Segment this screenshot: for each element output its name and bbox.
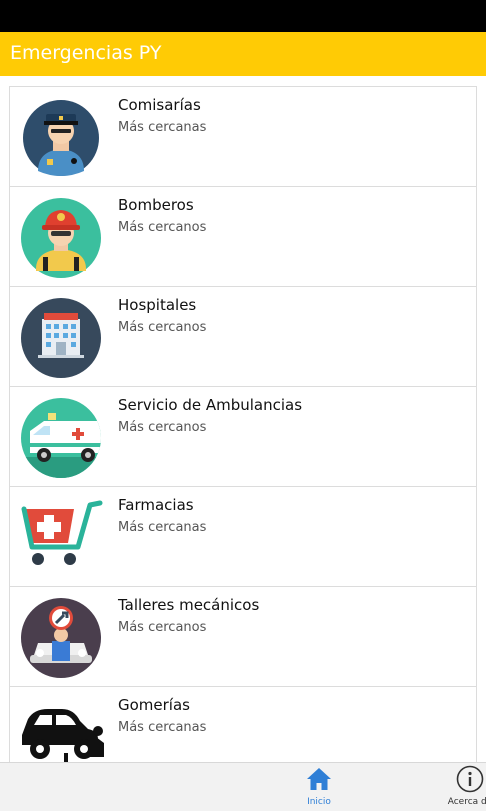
item-subtitle: Más cercanas (118, 120, 207, 135)
item-subtitle: Más cercanos (118, 620, 207, 635)
item-subtitle: Más cercanos (118, 320, 207, 335)
list-item-gomerias[interactable]: Gomerías Más cercanas (9, 686, 477, 762)
item-subtitle: Más cercanas (118, 720, 207, 735)
police-officer-icon (23, 100, 99, 176)
status-bar (0, 0, 486, 32)
tab-acerca-de[interactable]: Acerca de (425, 763, 486, 811)
ambulance-icon (21, 398, 101, 478)
item-title: Comisarías (118, 96, 201, 114)
list-item-hospitales[interactable]: Hospitales Más cercanos (9, 286, 477, 386)
app-title: Emergencias PY (10, 42, 162, 64)
content-area[interactable]: Comisarías Más cercanas Bomberos Más cer… (0, 76, 486, 762)
hospital-icon (21, 298, 101, 378)
app-bar: Emergencias PY (0, 32, 486, 76)
emergency-list: Comisarías Más cercanas Bomberos Más cer… (9, 86, 477, 762)
firefighter-icon (21, 198, 101, 278)
item-title: Farmacias (118, 496, 194, 514)
tire-shop-icon (22, 709, 104, 762)
list-item-comisarias[interactable]: Comisarías Más cercanas (9, 86, 477, 186)
tab-label: Acerca de (447, 797, 486, 807)
list-item-talleres[interactable]: Talleres mecánicos Más cercanos (9, 586, 477, 686)
list-item-bomberos[interactable]: Bomberos Más cercanos (9, 186, 477, 286)
item-subtitle: Más cercanas (118, 520, 207, 535)
tab-inicio[interactable]: Inicio (274, 763, 364, 811)
item-title: Servicio de Ambulancias (118, 396, 303, 414)
item-title: Gomerías (118, 696, 190, 714)
item-subtitle: Más cercanos (118, 220, 207, 235)
item-title: Talleres mecánicos (118, 596, 260, 614)
item-title: Hospitales (118, 296, 197, 314)
home-icon (307, 768, 331, 790)
item-subtitle: Más cercanos (118, 420, 207, 435)
list-item-ambulancias[interactable]: Servicio de Ambulancias Más cercanos (9, 386, 477, 486)
tab-label: Inicio (307, 797, 331, 807)
pharmacy-cart-icon (21, 500, 103, 565)
mechanic-icon (21, 598, 101, 678)
bottom-tab-bar: Inicio Acerca de (0, 762, 486, 811)
list-item-farmacias[interactable]: Farmacias Más cercanas (9, 486, 477, 586)
item-title: Bomberos (118, 196, 194, 214)
info-icon (456, 765, 484, 793)
